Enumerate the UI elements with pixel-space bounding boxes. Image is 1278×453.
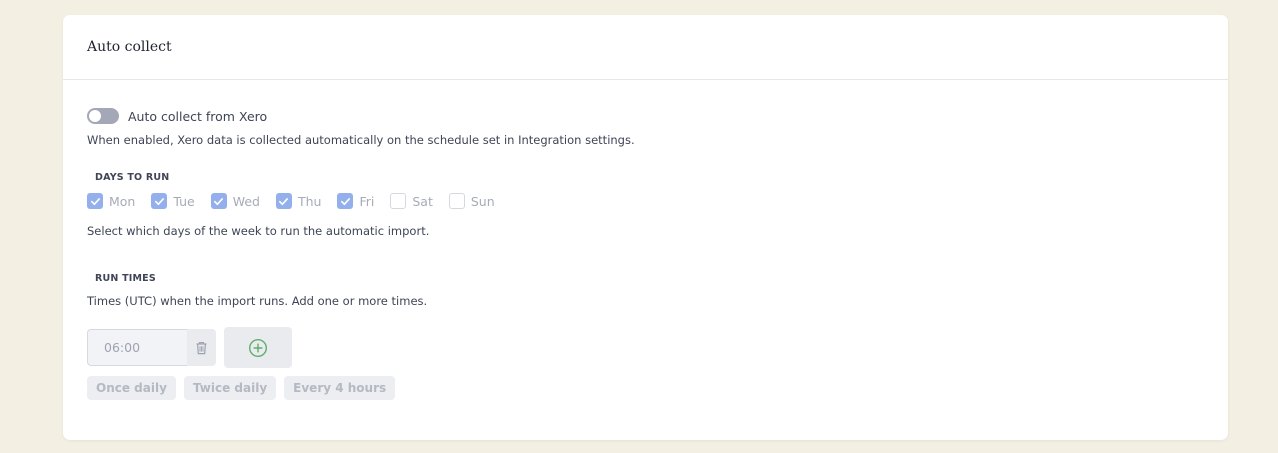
- day-label-sun: Sun: [470, 193, 495, 209]
- checkbox-checked[interactable]: [87, 193, 103, 209]
- day-label-mon: Mon: [109, 193, 136, 209]
- checkmark-icon: [340, 197, 350, 205]
- day-checkbox-mon[interactable]: Mon: [87, 193, 135, 209]
- checkbox-checked[interactable]: [337, 193, 354, 209]
- checkbox-checked[interactable]: [275, 193, 292, 209]
- preset-twice-daily-button[interactable]: Twice daily: [183, 376, 277, 400]
- days-help-text: Select which days of the week to run the…: [87, 224, 430, 238]
- card-title: Auto collect: [87, 39, 172, 55]
- checkmark-icon: [214, 197, 224, 205]
- auto-collect-card: Auto collect Auto collect from Xero When…: [63, 15, 1228, 440]
- run-times-row: [87, 327, 292, 368]
- day-checkbox-wed[interactable]: Wed: [210, 193, 260, 209]
- checkbox-unchecked[interactable]: [390, 193, 407, 209]
- day-label-thu: Thu: [297, 193, 322, 209]
- checkmark-icon: [279, 197, 289, 205]
- auto-collect-toggle-row: Auto collect from Xero: [87, 108, 267, 124]
- card-header: Auto collect: [63, 15, 1228, 80]
- checkbox-unchecked[interactable]: [448, 193, 465, 209]
- day-checkbox-tue[interactable]: Tue: [151, 193, 195, 209]
- run-times-label: RUN TIMES: [95, 273, 156, 284]
- day-checkbox-sun[interactable]: Sun: [448, 193, 495, 209]
- delete-time-button[interactable]: [187, 329, 216, 366]
- day-checkbox-fri[interactable]: Fri: [337, 193, 374, 209]
- day-checkbox-thu[interactable]: Thu: [275, 193, 322, 209]
- checkmark-icon: [90, 197, 100, 205]
- auto-collect-help-text: When enabled, Xero data is collected aut…: [87, 133, 635, 147]
- toggle-knob: [89, 110, 101, 122]
- day-checkbox-sat[interactable]: Sat: [390, 193, 433, 209]
- checkbox-checked[interactable]: [210, 193, 227, 209]
- day-label-fri: Fri: [359, 193, 375, 209]
- days-checkbox-group: Mon Tue Wed Thu Fri Sat Sun: [87, 193, 495, 209]
- day-label-wed: Wed: [232, 193, 260, 209]
- plus-circle-icon: [248, 338, 268, 357]
- auto-collect-toggle-label: Auto collect from Xero: [128, 108, 268, 124]
- preset-once-daily-button[interactable]: Once daily: [87, 376, 176, 400]
- checkbox-checked[interactable]: [151, 193, 168, 209]
- auto-collect-toggle[interactable]: [87, 108, 119, 124]
- time-presets: Once daily Twice daily Every 4 hours: [87, 376, 396, 400]
- add-time-button[interactable]: [224, 327, 292, 368]
- trash-icon: [196, 341, 207, 354]
- checkmark-icon: [154, 197, 164, 205]
- days-to-run-label: DAYS TO RUN: [95, 172, 170, 183]
- run-time-input[interactable]: [87, 329, 187, 366]
- day-label-sat: Sat: [412, 193, 433, 209]
- day-label-tue: Tue: [173, 193, 195, 209]
- preset-every-4-hours-button[interactable]: Every 4 hours: [284, 376, 396, 400]
- run-times-help-text: Times (UTC) when the import runs. Add on…: [87, 294, 428, 308]
